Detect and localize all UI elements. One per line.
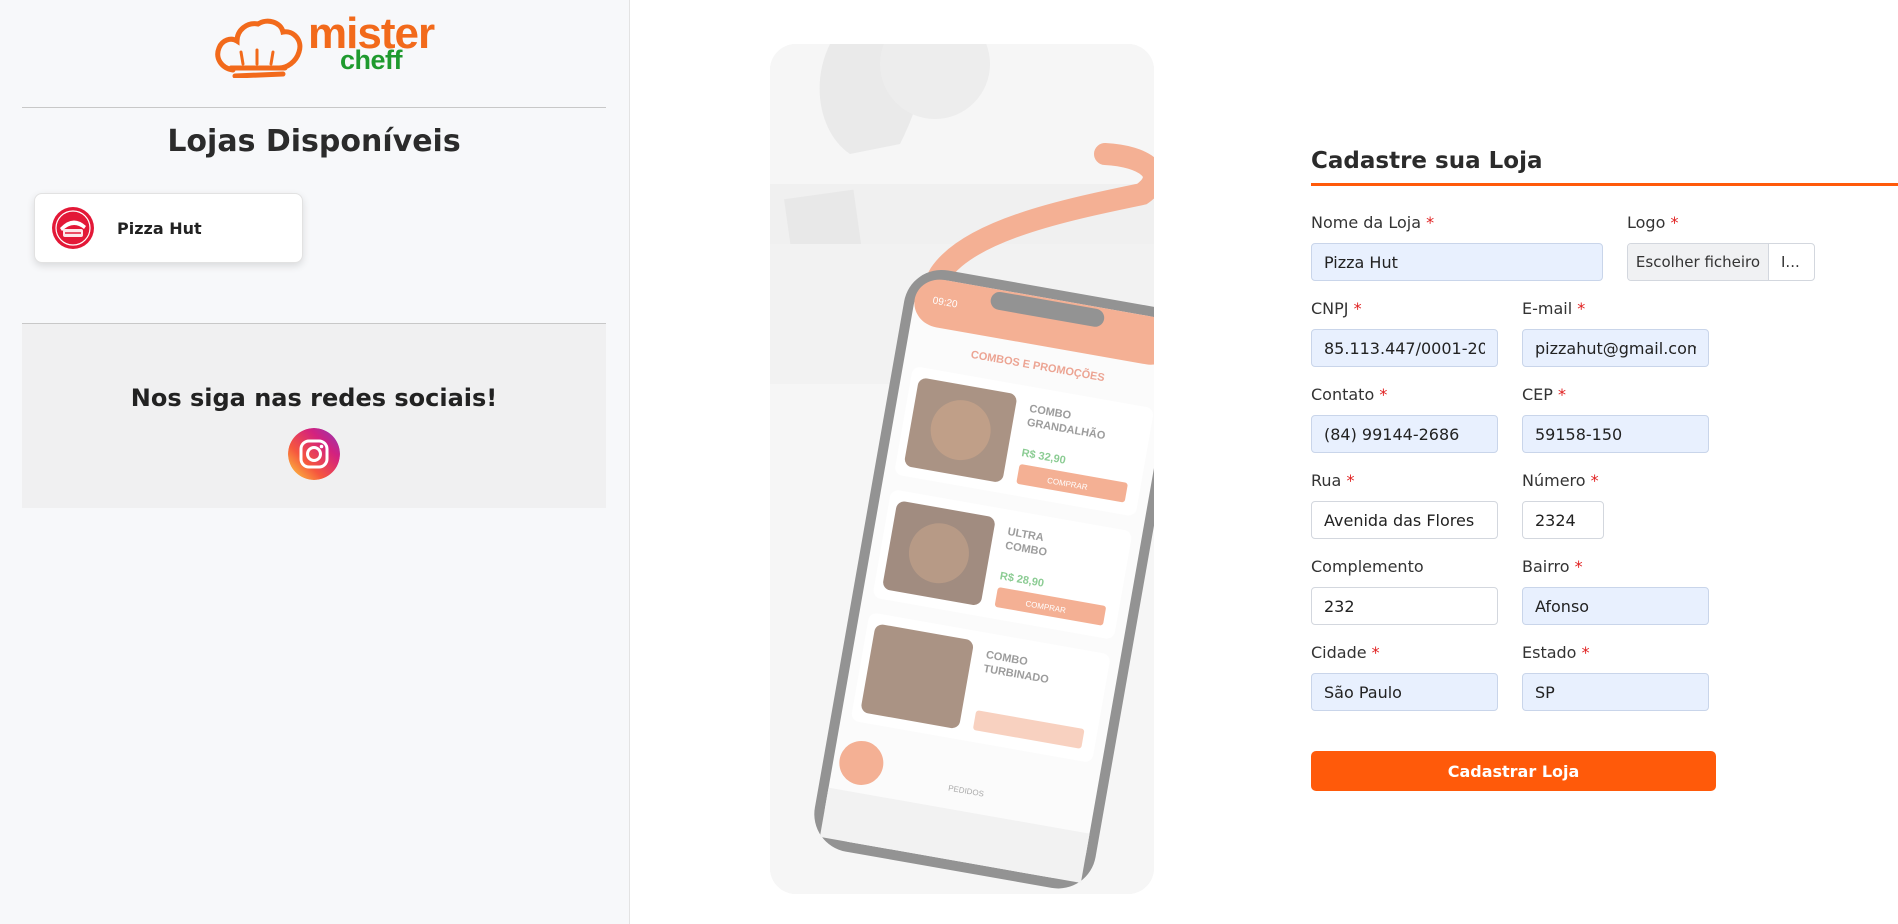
store-name: Pizza Hut [117,218,202,238]
required-mark: * [1353,299,1362,318]
label-estado: Estado * [1522,643,1590,662]
complemento-input[interactable] [1311,587,1498,625]
cnpj-input[interactable] [1311,329,1498,367]
required-mark: * [1346,471,1355,490]
chef-hat-icon [215,18,303,78]
email-input[interactable] [1522,329,1709,367]
store-registration-form: Cadastre sua Loja Nome da Loja * Logo * … [1311,0,1898,924]
cadastrar-loja-button[interactable]: Cadastrar Loja [1311,751,1716,791]
label-numero-text: Número [1522,471,1586,490]
label-logo-text: Logo [1627,213,1666,232]
label-contato-text: Contato [1311,385,1375,404]
label-cidade: Cidade * [1311,643,1380,662]
label-cnpj: CNPJ * [1311,299,1362,318]
label-bairro-text: Bairro [1522,557,1570,576]
label-nome-text: Nome da Loja [1311,213,1421,232]
label-rua-text: Rua [1311,471,1342,490]
label-contato: Contato * [1311,385,1387,404]
required-mark: * [1558,385,1567,404]
bairro-input[interactable] [1522,587,1709,625]
store-card-pizza-hut[interactable]: Pizza Hut [34,193,303,263]
sidebar: mister cheff Lojas Disponíveis Pizza Hut… [0,0,630,924]
required-mark: * [1574,557,1583,576]
pizza-hut-logo-icon [52,207,94,249]
label-cep: CEP * [1522,385,1566,404]
required-mark: * [1670,213,1679,232]
stores-title: Lojas Disponíveis [167,124,461,159]
label-numero: Número * [1522,471,1599,490]
social-section: Nos siga nas redes sociais! [22,324,606,508]
form-title: Cadastre sua Loja [1311,148,1543,174]
top-divider [22,107,606,108]
cep-input[interactable] [1522,415,1709,453]
numero-input[interactable] [1522,501,1604,539]
app-root: mister cheff Lojas Disponíveis Pizza Hut… [0,0,1898,924]
label-email: E-mail * [1522,299,1585,318]
label-cidade-text: Cidade [1311,643,1367,662]
required-mark: * [1426,213,1435,232]
mister-cheff-logo[interactable]: mister cheff [213,12,435,78]
choose-file-button[interactable]: Escolher ficheiro [1628,244,1769,280]
logo-file-input[interactable]: Escolher ficheiro I... [1627,243,1815,281]
required-mark: * [1590,471,1599,490]
required-mark: * [1581,643,1590,662]
file-name-text: I... [1781,253,1800,271]
label-bairro: Bairro * [1522,557,1583,576]
hero-phone-image: 09:20 COMBOS E PROMOÇÕES COMBO GRANDALHÃ… [770,44,1154,894]
estado-input[interactable] [1522,673,1709,711]
label-nome-loja: Nome da Loja * [1311,213,1434,232]
contato-input[interactable] [1311,415,1498,453]
nome-loja-input[interactable] [1311,243,1603,281]
label-cep-text: CEP [1522,385,1553,404]
instagram-icon[interactable] [288,428,340,480]
required-mark: * [1577,299,1586,318]
cidade-input[interactable] [1311,673,1498,711]
label-cnpj-text: CNPJ [1311,299,1349,318]
form-title-underline [1311,183,1898,186]
required-mark: * [1371,643,1380,662]
label-logo: Logo * [1627,213,1678,232]
label-estado-text: Estado [1522,643,1577,662]
label-email-text: E-mail [1522,299,1573,318]
required-mark: * [1379,385,1388,404]
social-title: Nos siga nas redes sociais! [130,384,498,412]
rua-input[interactable] [1311,501,1498,539]
logo-wordmark: mister cheff [308,12,435,74]
label-complemento: Complemento [1311,557,1424,576]
label-complemento-text: Complemento [1311,557,1424,576]
label-rua: Rua * [1311,471,1354,490]
phone-illustration: 09:20 COMBOS E PROMOÇÕES COMBO GRANDALHÃ… [770,44,1154,894]
